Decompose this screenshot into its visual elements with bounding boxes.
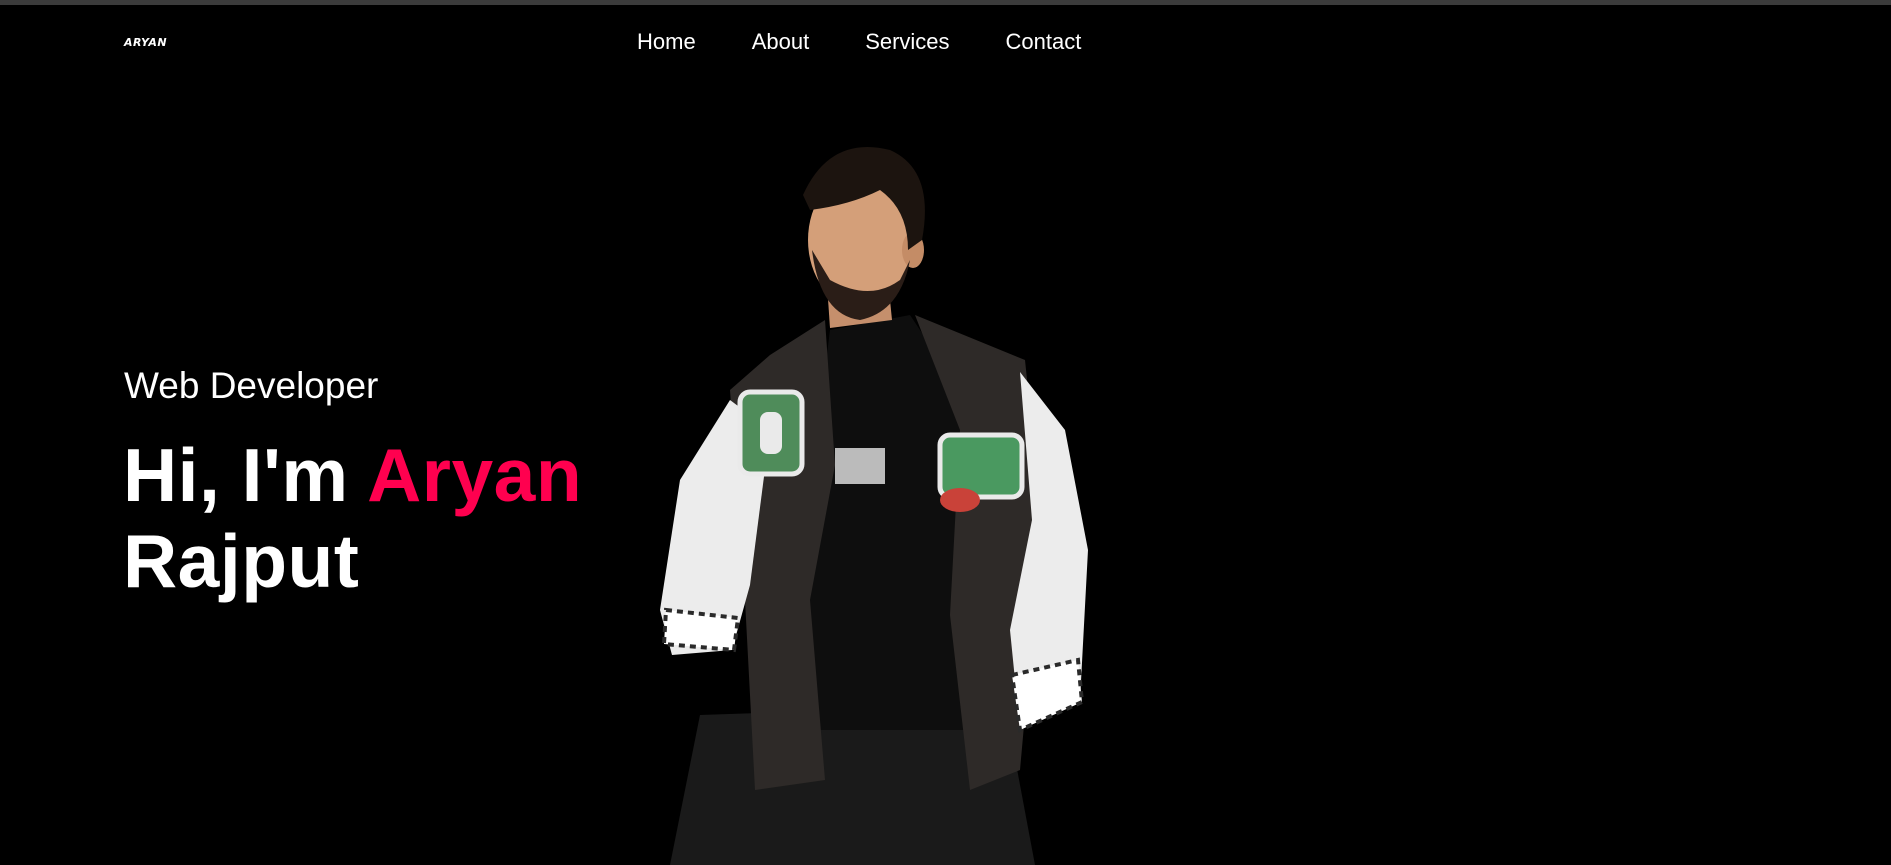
site-logo[interactable]: ARYAN [124,34,167,50]
nav-about[interactable]: About [752,26,810,58]
nav-contact[interactable]: Contact [1006,26,1082,58]
nav-home[interactable]: Home [637,26,696,58]
portrait-photo [660,147,1088,865]
hero-first-name: Aryan [367,433,583,517]
logo-text: ARYAN [124,35,168,49]
hero-title: Hi, I'm Aryan Rajput [123,432,582,604]
nav-services[interactable]: Services [865,26,949,58]
portrait-shirt-print [835,448,885,484]
portrait-patch-right [937,432,1025,500]
main-nav: Home About Services Contact [637,26,1081,58]
hero-greeting: Hi, I'm [123,433,368,517]
hero-last-name: Rajput [123,519,360,603]
top-border [0,0,1891,5]
hero-subtitle: Web Developer [124,365,379,406]
